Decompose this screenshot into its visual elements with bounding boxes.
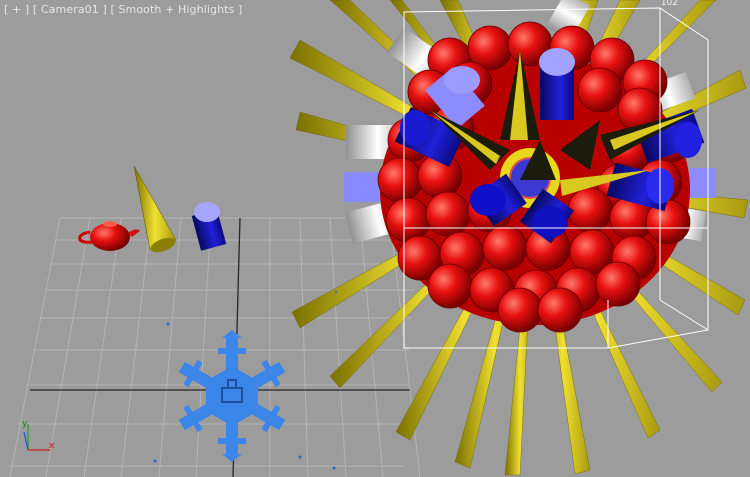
axis-y-label: y (22, 419, 28, 429)
spiked-sphere-object[interactable] (289, 0, 749, 476)
axis-x-label: x (49, 441, 55, 451)
selection-corner-number: 102 (660, 0, 678, 8)
camera-viewport[interactable]: x y [ + ] [ Camera01 ] [ Smooth + Highli… (0, 0, 750, 477)
scene-canvas[interactable]: x y (0, 0, 750, 477)
cylinder-object[interactable] (191, 202, 227, 251)
viewport-label: [ + ] [ Camera01 ] [ Smooth + Highlights… (4, 3, 242, 16)
viewport-camera-label[interactable]: [ Camera01 ] (33, 3, 107, 16)
cone-object[interactable] (133, 165, 177, 251)
axis-tripod (23, 424, 50, 451)
viewport-menu-button[interactable]: [ + ] (4, 3, 29, 16)
viewport-shading-label[interactable]: [ Smooth + Highlights ] (110, 3, 242, 16)
ground-grid (9, 217, 421, 477)
